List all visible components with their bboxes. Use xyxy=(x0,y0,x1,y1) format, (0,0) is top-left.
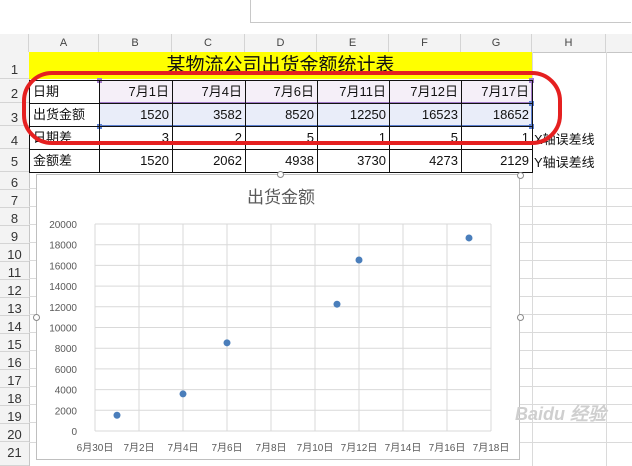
x-tick-label: 7月16日 xyxy=(429,442,466,454)
y-tick-label: 12000 xyxy=(49,303,77,314)
data-point[interactable] xyxy=(179,390,187,398)
x-tick-label: 6月30日 xyxy=(77,442,114,454)
formula-bar[interactable] xyxy=(250,0,631,23)
row-header-12[interactable]: 12 xyxy=(0,280,29,298)
y-tick-label: 16000 xyxy=(49,261,77,272)
x-tick-label: 7月12日 xyxy=(341,442,378,454)
cell-c5[interactable]: 2062 xyxy=(172,149,246,173)
chart-title: 出货金额 xyxy=(247,188,315,208)
row-header-6[interactable]: 6 xyxy=(0,172,29,190)
chart-plot-area: 出货金额 0 2000 4000 6000 8000 10000 12000 14000 160… xyxy=(49,188,510,454)
row-header-7[interactable]: 7 xyxy=(0,190,29,208)
x-tick-label: 7月8日 xyxy=(255,442,286,454)
row-header-1[interactable]: 1 xyxy=(0,52,29,79)
row-header-14[interactable]: 14 xyxy=(0,316,29,334)
watermark-text: Baidu 经验 xyxy=(514,404,606,424)
column-header-c[interactable]: C xyxy=(172,34,245,52)
y-tick-label: 10000 xyxy=(49,324,77,335)
scatter-chart[interactable]: 出货金额 0 2000 4000 6000 8000 10000 12000 14000 160… xyxy=(36,174,520,460)
select-all-corner[interactable] xyxy=(0,34,29,52)
y-tick-label: 8000 xyxy=(55,344,78,355)
cell-h5[interactable]: Y轴误差线 xyxy=(532,152,606,174)
x-tick-label: 7月14日 xyxy=(385,442,422,454)
row-header-4[interactable]: 4 xyxy=(0,126,29,149)
column-header-row: A B C D E F G H xyxy=(0,34,632,53)
cell-a5[interactable]: 金额差 xyxy=(29,149,100,173)
data-series[interactable] xyxy=(113,234,473,419)
y-tick-label: 18000 xyxy=(49,241,77,252)
column-header-b[interactable]: B xyxy=(99,34,172,52)
row-header-16[interactable]: 16 xyxy=(0,352,29,370)
y-tick-label: 2000 xyxy=(55,406,78,417)
x-tick-label: 7月6日 xyxy=(211,442,242,454)
row-header-18[interactable]: 18 xyxy=(0,388,29,406)
data-point[interactable] xyxy=(223,339,231,347)
row-header-8[interactable]: 8 xyxy=(0,208,29,226)
row-header-19[interactable]: 19 xyxy=(0,406,29,424)
y-tick-label: 6000 xyxy=(55,365,78,376)
chart-resize-handle[interactable] xyxy=(517,314,524,321)
y-axis-ticks: 0 2000 4000 6000 8000 10000 12000 14000 16000 180… xyxy=(49,220,77,438)
row-header-10[interactable]: 10 xyxy=(0,244,29,262)
cell-e5[interactable]: 3730 xyxy=(317,149,390,173)
chart-resize-handle[interactable] xyxy=(517,172,524,179)
row-header-15[interactable]: 15 xyxy=(0,334,29,352)
y-tick-label: 14000 xyxy=(49,282,77,293)
row-header-11[interactable]: 11 xyxy=(0,262,29,280)
x-tick-label: 7月2日 xyxy=(123,442,154,454)
row-header-21[interactable]: 21 xyxy=(0,442,29,466)
column-header-a[interactable]: A xyxy=(29,34,99,52)
column-header-g[interactable]: G xyxy=(461,34,532,52)
data-point[interactable] xyxy=(333,300,341,308)
column-header-f[interactable]: F xyxy=(389,34,461,52)
cell-g5[interactable]: 2129 xyxy=(461,149,533,173)
x-axis-ticks: 6月30日 7月2日 7月4日 7月6日 7月8日 7月10日 7月12日 7月14日 7月16… xyxy=(77,442,510,454)
cell-f5[interactable]: 4273 xyxy=(389,149,462,173)
row-header-9[interactable]: 9 xyxy=(0,226,29,244)
column-header-e[interactable]: E xyxy=(317,34,389,52)
y-tick-label: 0 xyxy=(71,427,77,438)
y-tick-label: 4000 xyxy=(55,386,78,397)
y-tick-label: 20000 xyxy=(49,220,77,231)
chart-resize-handle[interactable] xyxy=(277,171,284,178)
data-point[interactable] xyxy=(465,234,473,242)
column-header-d[interactable]: D xyxy=(245,34,317,52)
cell-d5[interactable]: 4938 xyxy=(245,149,318,173)
data-point[interactable] xyxy=(113,411,121,419)
highlight-annotation xyxy=(22,71,562,145)
row-header-13[interactable]: 13 xyxy=(0,298,29,316)
x-tick-label: 7月4日 xyxy=(167,442,198,454)
x-tick-label: 7月10日 xyxy=(297,442,334,454)
column-header-h[interactable]: H xyxy=(532,34,606,52)
cell-b5[interactable]: 1520 xyxy=(99,149,173,173)
chart-resize-handle[interactable] xyxy=(33,314,40,321)
data-point[interactable] xyxy=(355,256,363,264)
x-tick-label: 7月18日 xyxy=(473,442,510,454)
row-header-17[interactable]: 17 xyxy=(0,370,29,388)
chart-gridlines xyxy=(94,223,492,432)
row-header-20[interactable]: 20 xyxy=(0,424,29,442)
row-header-5[interactable]: 5 xyxy=(0,149,29,172)
